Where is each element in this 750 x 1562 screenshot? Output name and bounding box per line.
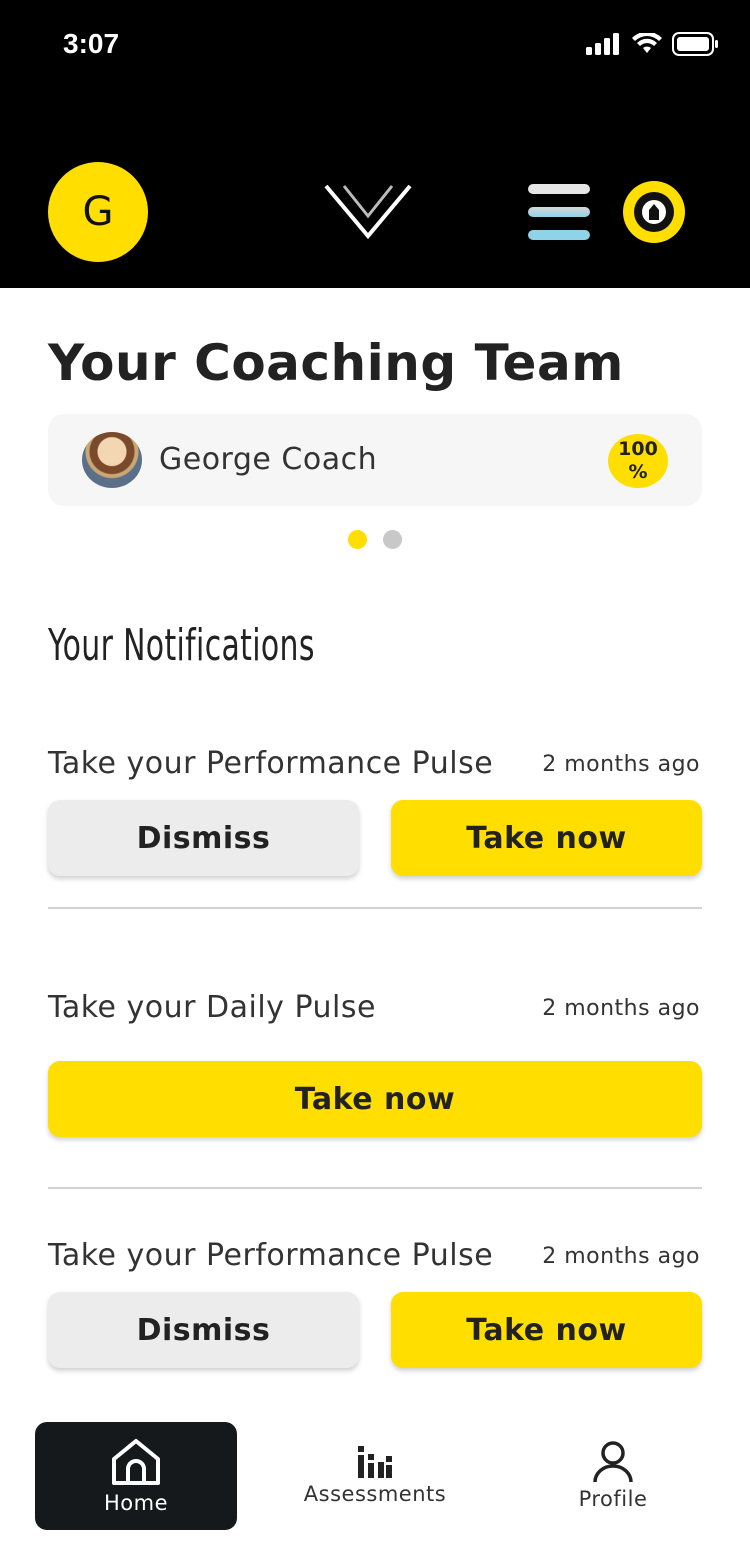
status-time: 3:07	[63, 28, 120, 59]
hamburger-menu-icon[interactable]	[528, 182, 590, 242]
carousel-pager	[348, 530, 402, 549]
coaching-team-title: Your Coaching Team	[48, 334, 624, 392]
avatar-initial: G	[82, 189, 114, 235]
notification-text: Take your Performance Pulse	[48, 1238, 494, 1273]
aq-type-warrior-badge[interactable]	[622, 180, 686, 244]
bar-chart-icon	[358, 1446, 392, 1478]
v-logo-icon	[324, 184, 412, 240]
menu-bar	[528, 207, 590, 217]
notification-text: Take your Daily Pulse	[48, 990, 376, 1025]
coach-progress-badge: 100 %	[608, 434, 668, 488]
divider	[48, 1187, 702, 1189]
app-header: 3:07 G	[0, 0, 750, 288]
notification-time: 2 months ago	[542, 1244, 700, 1269]
user-avatar[interactable]: G	[48, 162, 148, 262]
coach-progress-label: 100 %	[618, 438, 658, 483]
pager-dot-active[interactable]	[348, 530, 367, 549]
coach-card[interactable]: George Coach 100 %	[48, 414, 702, 506]
coach-name: George Coach	[159, 442, 378, 477]
take-now-button[interactable]: Take now	[391, 1292, 702, 1368]
take-now-button[interactable]: Take now	[391, 800, 702, 876]
signal-icon	[586, 33, 619, 55]
tab-assessments-label: Assessments	[303, 1482, 447, 1506]
divider	[48, 907, 702, 909]
dismiss-button[interactable]: Dismiss	[48, 800, 359, 876]
battery-icon	[672, 32, 718, 56]
coach-avatar	[82, 432, 142, 488]
menu-bar	[528, 184, 590, 194]
person-icon	[593, 1441, 633, 1483]
home-icon	[112, 1439, 160, 1485]
tab-home[interactable]: Home	[35, 1422, 237, 1530]
wifi-icon	[632, 33, 662, 53]
tab-home-label: Home	[103, 1491, 168, 1515]
tab-profile-label: Profile	[578, 1487, 648, 1511]
notification-time: 2 months ago	[542, 996, 700, 1021]
dismiss-button[interactable]: Dismiss	[48, 1292, 359, 1368]
status-icons	[586, 32, 720, 56]
notification-text: Take your Performance Pulse	[48, 746, 494, 781]
tab-profile[interactable]: Profile	[548, 1422, 678, 1530]
notifications-title: Your Notifications	[48, 620, 315, 671]
take-now-button[interactable]: Take now	[48, 1061, 702, 1137]
bottom-tab-bar: Home Assessments Profile	[0, 1418, 750, 1538]
notification-time: 2 months ago	[542, 752, 700, 777]
tab-assessments[interactable]: Assessments	[294, 1422, 456, 1530]
menu-bar	[528, 230, 590, 240]
pager-dot[interactable]	[383, 530, 402, 549]
